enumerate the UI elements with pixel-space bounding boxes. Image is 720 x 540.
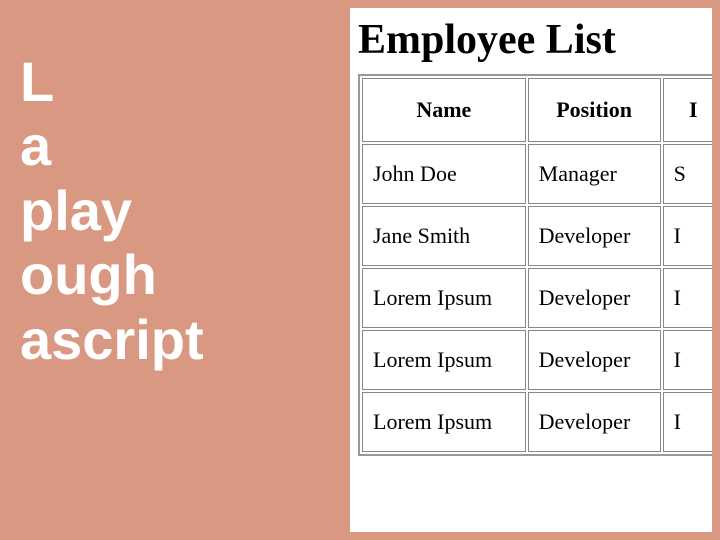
cell-name: Lorem Ipsum	[362, 392, 526, 452]
table-row: Lorem Ipsum Developer I	[362, 392, 712, 452]
left-line-1: L	[20, 50, 204, 114]
cell-position: Developer	[528, 268, 661, 328]
left-cropped-text: L a play ough ascript	[0, 50, 204, 372]
table-row: Lorem Ipsum Developer I	[362, 268, 712, 328]
col-header-position: Position	[528, 78, 661, 142]
cell-extra: I	[663, 392, 712, 452]
col-header-extra: I	[663, 78, 712, 142]
cell-extra: I	[663, 206, 712, 266]
left-line-2: a	[20, 114, 204, 178]
cell-extra: I	[663, 330, 712, 390]
table-row: Lorem Ipsum Developer I	[362, 330, 712, 390]
cell-name: Jane Smith	[362, 206, 526, 266]
cell-name: Lorem Ipsum	[362, 268, 526, 328]
cell-extra: S	[663, 144, 712, 204]
cell-position: Developer	[528, 206, 661, 266]
cell-position: Developer	[528, 392, 661, 452]
cell-position: Manager	[528, 144, 661, 204]
table-row: Jane Smith Developer I	[362, 206, 712, 266]
cell-position: Developer	[528, 330, 661, 390]
table-row: John Doe Manager S	[362, 144, 712, 204]
table-header-row: Name Position I	[362, 78, 712, 142]
cell-name: John Doe	[362, 144, 526, 204]
employee-table: Name Position I John Doe Manager S Jane …	[358, 74, 712, 456]
cell-name: Lorem Ipsum	[362, 330, 526, 390]
page-title: Employee List	[358, 16, 704, 64]
content-panel: Employee List Name Position I John Doe M…	[350, 8, 712, 532]
left-line-3: play	[20, 179, 204, 243]
left-line-5: ascript	[20, 308, 204, 372]
left-line-4: ough	[20, 243, 204, 307]
col-header-name: Name	[362, 78, 526, 142]
cell-extra: I	[663, 268, 712, 328]
